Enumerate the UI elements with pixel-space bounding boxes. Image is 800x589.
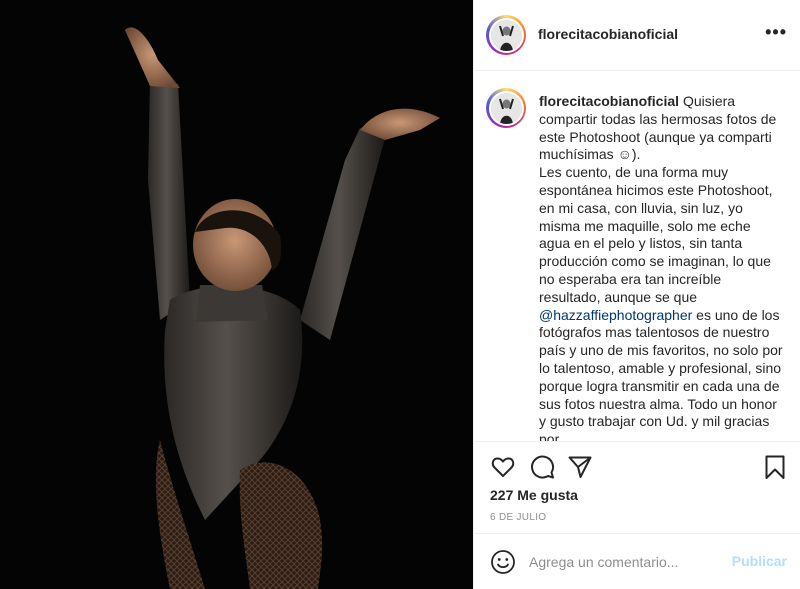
heart-icon[interactable] — [490, 454, 516, 480]
caption-username[interactable]: florecitacobianoficial — [539, 93, 679, 109]
action-bar: 227 Me gusta 6 DE JULIO — [474, 441, 800, 533]
caption: florecitacobianoficial Quisiera comparti… — [474, 71, 800, 441]
header-username[interactable]: florecitacobianoficial — [538, 26, 678, 42]
comment-input[interactable] — [529, 551, 729, 573]
caption-body: Quisiera compartir todas las hermosas fo… — [539, 93, 777, 305]
photo-of-dancer — [0, 0, 473, 589]
profile-picture-icon — [490, 92, 522, 124]
mention-link[interactable]: @hazzaffiephotographer — [539, 307, 692, 323]
post-photo[interactable] — [0, 0, 473, 589]
post-header: florecitacobianoficial ••• — [474, 0, 800, 71]
post-date: 6 DE JULIO — [490, 512, 547, 523]
avatar[interactable] — [486, 15, 526, 55]
share-icon[interactable] — [567, 454, 593, 480]
comment-bar: Publicar — [474, 533, 800, 589]
profile-picture-icon — [490, 19, 522, 51]
comment-icon[interactable] — [529, 454, 555, 480]
bookmark-icon[interactable] — [762, 454, 788, 480]
likes-count[interactable]: 227 Me gusta — [490, 487, 578, 503]
caption-body-continued: es uno de los fotógrafos mas talentosos … — [539, 306, 787, 441]
caption-text: florecitacobianoficial Quisiera comparti… — [539, 93, 784, 441]
emoji-icon[interactable] — [490, 549, 516, 575]
caption-avatar[interactable] — [486, 88, 526, 128]
more-dots-icon[interactable]: ••• — [765, 22, 787, 43]
publish-button[interactable]: Publicar — [732, 553, 787, 569]
post-side-panel: florecitacobianoficial ••• florecitacobi… — [473, 0, 800, 589]
